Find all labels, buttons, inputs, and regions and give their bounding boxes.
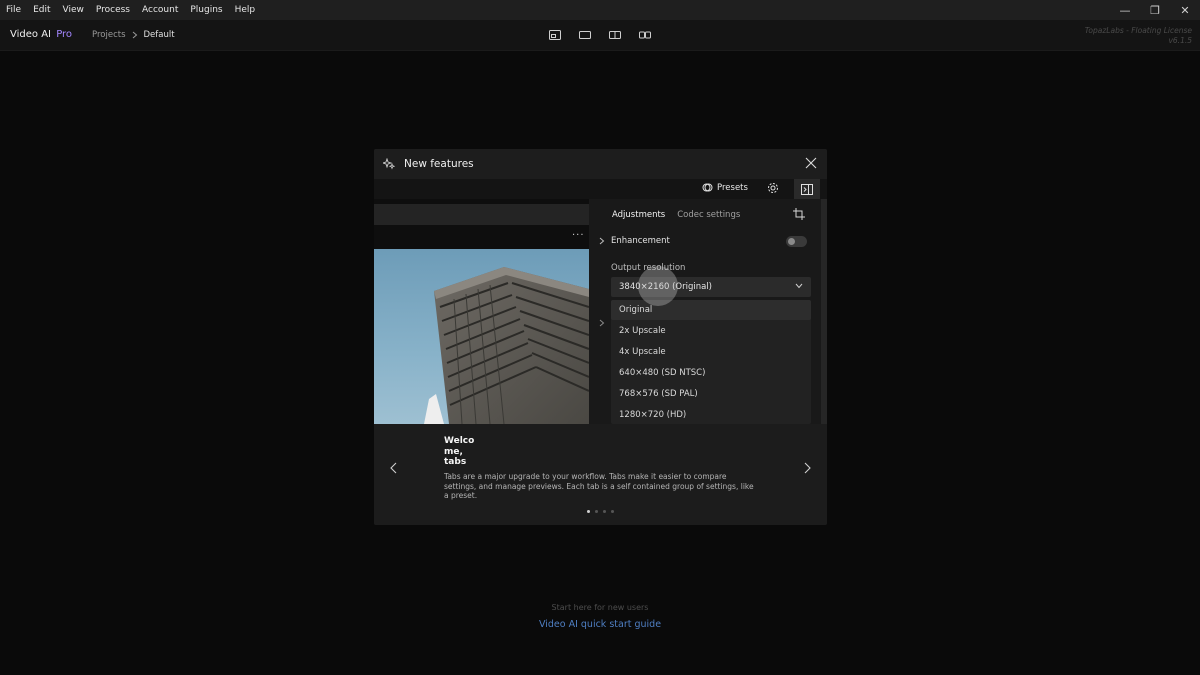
quick-start-guide-link[interactable]: Video AI quick start guide: [0, 619, 1200, 630]
chevron-right-icon: [599, 237, 605, 245]
crop-view-icon: [549, 30, 561, 40]
menu-edit[interactable]: Edit: [27, 0, 56, 20]
view-mode-buttons: [548, 29, 652, 41]
modal-title: New features: [404, 158, 474, 170]
pagination-dot-3[interactable]: [603, 510, 606, 513]
option-original: Original: [611, 300, 811, 320]
modal-header: New features: [374, 149, 827, 179]
license-info: TopazLabs - Floating License v6.1.5: [1085, 26, 1192, 46]
preview-toolbar: Presets: [374, 179, 827, 199]
more-options-icon: ···: [572, 230, 585, 241]
menu-bar: File Edit View Process Account Plugins H…: [0, 0, 1200, 20]
enhancement-label: Enhancement: [611, 236, 670, 246]
app-header: Video AI Pro Projects Default TopazLabs …: [0, 20, 1200, 51]
pagination-dot-4[interactable]: [611, 510, 614, 513]
menu-file[interactable]: File: [0, 0, 27, 20]
cursor-highlight: [638, 266, 678, 306]
single-view-icon: [579, 31, 591, 39]
next-slide-button[interactable]: [802, 462, 812, 474]
menu-plugins[interactable]: Plugins: [184, 0, 228, 20]
restore-button[interactable]: ❐: [1140, 0, 1170, 20]
window-controls: — ❐ ✕: [1110, 0, 1200, 20]
presets-label: Presets: [717, 182, 748, 193]
previous-slide-button[interactable]: [389, 462, 399, 474]
menu-account[interactable]: Account: [136, 0, 184, 20]
welcome-description: Tabs are a major upgrade to your workflo…: [444, 472, 754, 500]
resolution-dropdown: Original 2x Upscale 4x Upscale 640×480 (…: [611, 300, 811, 424]
welcome-title-line-1: Welco: [444, 436, 475, 446]
tab-codec-settings: Codec settings: [677, 210, 741, 220]
presets-icon: [702, 183, 713, 192]
menu-view[interactable]: View: [57, 0, 90, 20]
enhancement-toggle: [786, 236, 807, 247]
chevron-down-icon: [795, 283, 803, 289]
minimize-button[interactable]: —: [1110, 0, 1140, 20]
preview-left-pane: ···: [374, 199, 589, 424]
settings-tabs: Adjustments Codec settings: [612, 210, 740, 220]
breadcrumb-projects[interactable]: Projects: [92, 30, 126, 40]
menu-help[interactable]: Help: [229, 0, 262, 20]
presets-button: Presets: [702, 182, 748, 193]
breadcrumb: Projects Default: [92, 30, 175, 40]
chevron-right-icon: [599, 319, 605, 327]
preview-search-bar: [374, 204, 589, 225]
start-hint: Start here for new users: [551, 603, 649, 612]
license-text: TopazLabs - Floating License: [1084, 26, 1192, 35]
sparkle-icon: [383, 158, 395, 170]
building-photo: [374, 249, 589, 424]
gear-icon: [768, 183, 778, 193]
new-features-modal: New features Presets ··· Adjustments Cod…: [374, 149, 827, 525]
option-sd-pal: 768×576 (SD PAL): [619, 389, 698, 399]
app-edition: Pro: [56, 29, 73, 40]
view-split-button[interactable]: [608, 29, 622, 41]
welcome-title-line-2: me,: [444, 446, 463, 457]
app-brand: Video AI Pro: [10, 29, 72, 40]
menu-process[interactable]: Process: [90, 0, 136, 20]
tab-adjustments: Adjustments: [612, 210, 666, 220]
enhancement-row: Enhancement: [599, 236, 670, 246]
crop-icon: [793, 208, 805, 220]
pagination-dot-1[interactable]: [587, 510, 590, 513]
close-icon[interactable]: [805, 157, 817, 169]
close-window-button[interactable]: ✕: [1170, 0, 1200, 20]
welcome-title: Welco me, tabs: [444, 436, 474, 468]
split-view-icon: [609, 31, 621, 39]
option-hd: 1280×720 (HD): [619, 410, 687, 420]
chevron-right-icon: [132, 31, 137, 39]
panel-scrollbar: [821, 199, 827, 424]
app-name: Video AI: [10, 29, 51, 40]
pagination-dot-2[interactable]: [595, 510, 598, 513]
breadcrumb-current: Default: [143, 30, 175, 40]
version-text: v6.1.5: [1168, 36, 1192, 45]
option-sd-ntsc: 640×480 (SD NTSC): [619, 368, 706, 378]
view-side-by-side-button[interactable]: [638, 29, 652, 41]
feature-preview-image: Presets ··· Adjustments Codec settings E…: [374, 179, 827, 424]
option-4x-upscale: 4x Upscale: [619, 347, 666, 357]
welcome-title-line-3: tabs: [444, 457, 467, 467]
option-2x-upscale: 2x Upscale: [619, 326, 666, 336]
settings-panel: Adjustments Codec settings Enhancement O…: [589, 199, 827, 424]
building-image: [424, 267, 589, 424]
side-by-side-view-icon: [639, 31, 651, 39]
sidebar-panel-icon: [801, 183, 813, 195]
pagination-dots: [587, 510, 614, 513]
view-single-crop-button[interactable]: [548, 29, 562, 41]
view-single-button[interactable]: [578, 29, 592, 41]
panel-toggle-button: [794, 179, 820, 199]
welcome-section: Welco me, tabs Tabs are a major upgrade …: [374, 424, 827, 525]
